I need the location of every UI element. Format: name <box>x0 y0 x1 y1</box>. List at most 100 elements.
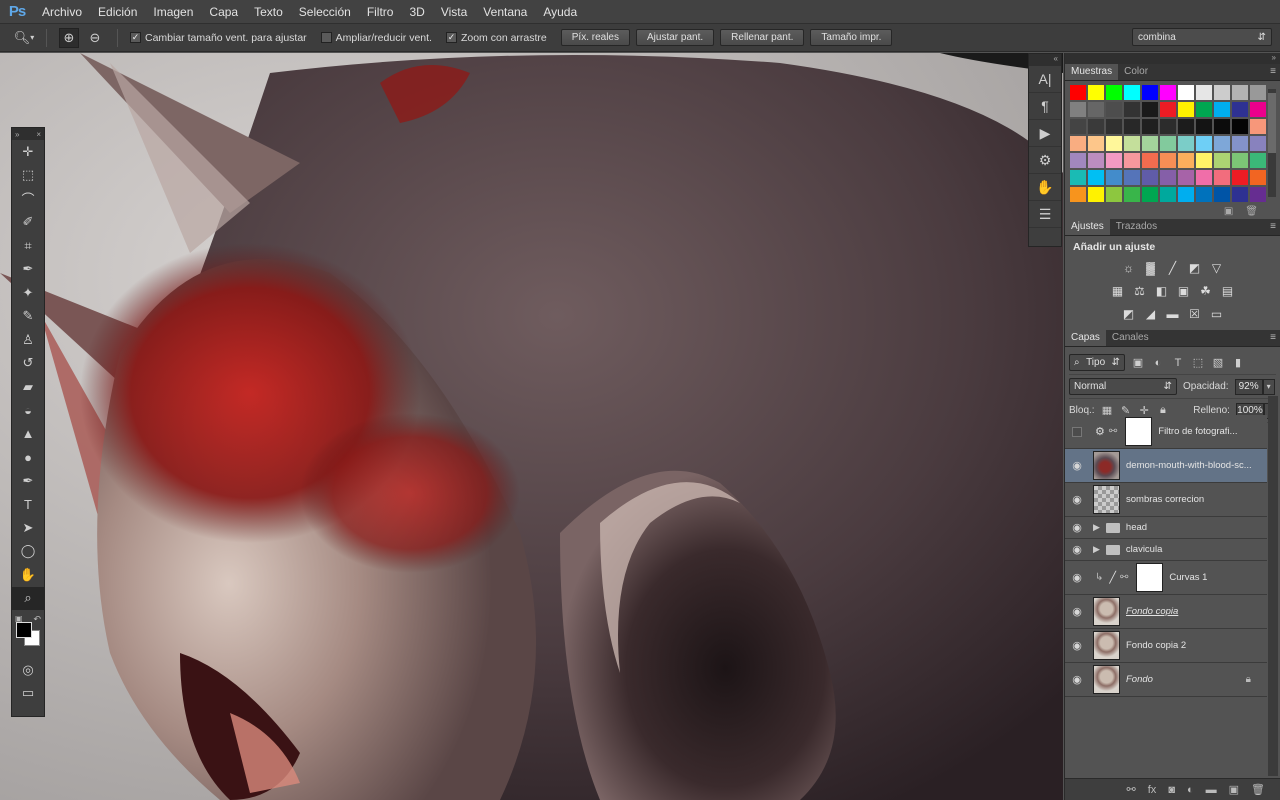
paint-bucket-tool-icon[interactable]: ◒ <box>12 399 44 423</box>
swatch-33[interactable] <box>1070 136 1086 151</box>
photo-filter-icon[interactable]: ▣ <box>1176 284 1192 298</box>
panel-collapse-icon[interactable]: » <box>1065 53 1280 64</box>
actual-pixels-button[interactable]: Píx. reales <box>560 29 630 46</box>
visibility-toggle[interactable]: ◉ <box>1065 605 1089 618</box>
swatch-25[interactable] <box>1124 119 1140 134</box>
character-panel-icon[interactable]: A| <box>1029 66 1061 93</box>
panel-menu-icon[interactable]: ≡ <box>1270 332 1276 343</box>
layer-curvas-1[interactable]: ◉ ↳ ╱ ⚯ Curvas 1 <box>1065 561 1267 595</box>
swatch-69[interactable] <box>1124 187 1140 202</box>
layer-style-icon[interactable]: fx <box>1148 784 1157 796</box>
crop-tool-icon[interactable]: ⌗ <box>12 234 44 258</box>
swatch-6[interactable] <box>1178 85 1194 100</box>
swatch-74[interactable] <box>1214 187 1230 202</box>
swatch-51[interactable] <box>1196 153 1212 168</box>
color-balance-icon[interactable]: ⚖ <box>1132 284 1148 298</box>
swatch-8[interactable] <box>1214 85 1230 100</box>
swatch-14[interactable] <box>1124 102 1140 117</box>
swatch-56[interactable] <box>1088 170 1104 185</box>
threshold-icon[interactable]: ▬ <box>1165 307 1181 321</box>
hand-tool-icon[interactable]: ✋ <box>12 563 44 587</box>
swatch-0[interactable] <box>1070 85 1086 100</box>
swatch-72[interactable] <box>1178 187 1194 202</box>
swatch-27[interactable] <box>1160 119 1176 134</box>
swatch-36[interactable] <box>1124 136 1140 151</box>
menu-ayuda[interactable]: Ayuda <box>535 0 585 24</box>
healing-brush-tool-icon[interactable]: ✦ <box>12 281 44 305</box>
print-size-button[interactable]: Tamaño impr. <box>810 29 893 46</box>
blend-mode-select[interactable]: Normal ⇵ <box>1069 378 1177 395</box>
scrubby-zoom-checkbox[interactable]: ✓ Zoom con arrastre <box>445 32 547 44</box>
new-adjustment-layer-icon[interactable]: ◐ <box>1187 784 1194 796</box>
document-canvas[interactable] <box>0 53 1063 800</box>
expand-arrow-icon[interactable]: ▶ <box>1093 544 1100 555</box>
curves-icon[interactable]: ╱ <box>1165 261 1181 275</box>
layer-fondo-copia-2[interactable]: ◉ Fondo copia 2 <box>1065 629 1267 663</box>
menu-imagen[interactable]: Imagen <box>145 0 201 24</box>
layer-group-clavicula[interactable]: ◉ ▶ clavicula <box>1065 539 1267 561</box>
menu-archivo[interactable]: Archivo <box>34 0 90 24</box>
swatch-71[interactable] <box>1160 187 1176 202</box>
swatch-75[interactable] <box>1232 187 1248 202</box>
menu-3d[interactable]: 3D <box>401 0 432 24</box>
swatch-49[interactable] <box>1160 153 1176 168</box>
tab-color[interactable]: Color <box>1118 64 1154 80</box>
layer-photo-filter[interactable]: ⚙ ⚯ Filtro de fotografi... <box>1065 415 1267 449</box>
swatch-1[interactable] <box>1088 85 1104 100</box>
tab-channels[interactable]: Canales <box>1106 330 1155 346</box>
swatch-39[interactable] <box>1178 136 1194 151</box>
zoom-out-icon[interactable]: ⊖ <box>85 28 105 48</box>
quick-mask-icon[interactable]: ◎ <box>12 658 44 682</box>
swatch-54[interactable] <box>1250 153 1266 168</box>
swatch-30[interactable] <box>1214 119 1230 134</box>
opacity-slider-arrow-icon[interactable]: ▾ <box>1262 378 1275 395</box>
swatch-34[interactable] <box>1088 136 1104 151</box>
swatch-5[interactable] <box>1160 85 1176 100</box>
swatch-10[interactable] <box>1250 85 1266 100</box>
layer-thumbnail[interactable] <box>1093 485 1120 514</box>
dock-expand-icon[interactable]: « <box>1029 54 1061 66</box>
layer-mask-thumbnail[interactable] <box>1136 563 1164 592</box>
layer-sombras-correcion[interactable]: ◉ sombras correcion <box>1065 483 1267 517</box>
swatch-9[interactable] <box>1232 85 1248 100</box>
eyedropper-tool-icon[interactable]: ✒ <box>12 258 44 282</box>
layer-thumbnail[interactable] <box>1093 665 1120 694</box>
swatch-22[interactable] <box>1070 119 1086 134</box>
swatch-31[interactable] <box>1232 119 1248 134</box>
menu-vista[interactable]: Vista <box>433 0 475 24</box>
marquee-tool-icon[interactable]: ⬚ <box>12 164 44 188</box>
swatch-19[interactable] <box>1214 102 1230 117</box>
selective-color-icon[interactable]: ☒ <box>1187 307 1203 321</box>
swatch-62[interactable] <box>1196 170 1212 185</box>
quick-selection-tool-icon[interactable]: ✐ <box>12 211 44 235</box>
properties-panel-icon[interactable]: ☰ <box>1029 201 1061 228</box>
panel-menu-icon[interactable]: ≡ <box>1270 66 1276 77</box>
layer-fondo[interactable]: ◉ Fondo 🔒︎ <box>1065 663 1267 697</box>
zoom-in-icon[interactable]: ⊕ <box>59 27 79 48</box>
swatch-32[interactable] <box>1250 119 1266 134</box>
visibility-toggle[interactable]: ◉ <box>1065 521 1089 534</box>
swatch-45[interactable] <box>1088 153 1104 168</box>
layer-mask-thumbnail[interactable] <box>1125 417 1153 446</box>
swatch-65[interactable] <box>1250 170 1266 185</box>
swatch-15[interactable] <box>1142 102 1158 117</box>
swatch-26[interactable] <box>1142 119 1158 134</box>
swatch-12[interactable] <box>1088 102 1104 117</box>
swatch-46[interactable] <box>1106 153 1122 168</box>
layer-demon-mouth[interactable]: ◉ demon-mouth-with-blood-sc... <box>1065 449 1267 483</box>
layer-fondo-copia[interactable]: ◉ Fondo copia <box>1065 595 1267 629</box>
tool-presets-panel-icon[interactable]: ✋ <box>1029 174 1061 201</box>
paragraph-panel-icon[interactable]: ¶ <box>1029 93 1061 120</box>
menu-texto[interactable]: Texto <box>246 0 291 24</box>
foreground-color[interactable] <box>16 622 32 638</box>
move-tool-icon[interactable]: ✛ <box>12 140 44 164</box>
filter-toggle-icon[interactable]: ▮ <box>1231 356 1245 369</box>
tab-layers[interactable]: Capas <box>1065 330 1106 346</box>
swatch-11[interactable] <box>1070 102 1086 117</box>
visibility-toggle[interactable]: ◉ <box>1065 459 1089 472</box>
pen-tool-icon[interactable]: ✒ <box>12 469 44 493</box>
type-tool-icon[interactable]: T <box>12 493 44 517</box>
swatch-23[interactable] <box>1088 119 1104 134</box>
invert-icon[interactable]: ◩ <box>1121 307 1137 321</box>
swatch-67[interactable] <box>1088 187 1104 202</box>
